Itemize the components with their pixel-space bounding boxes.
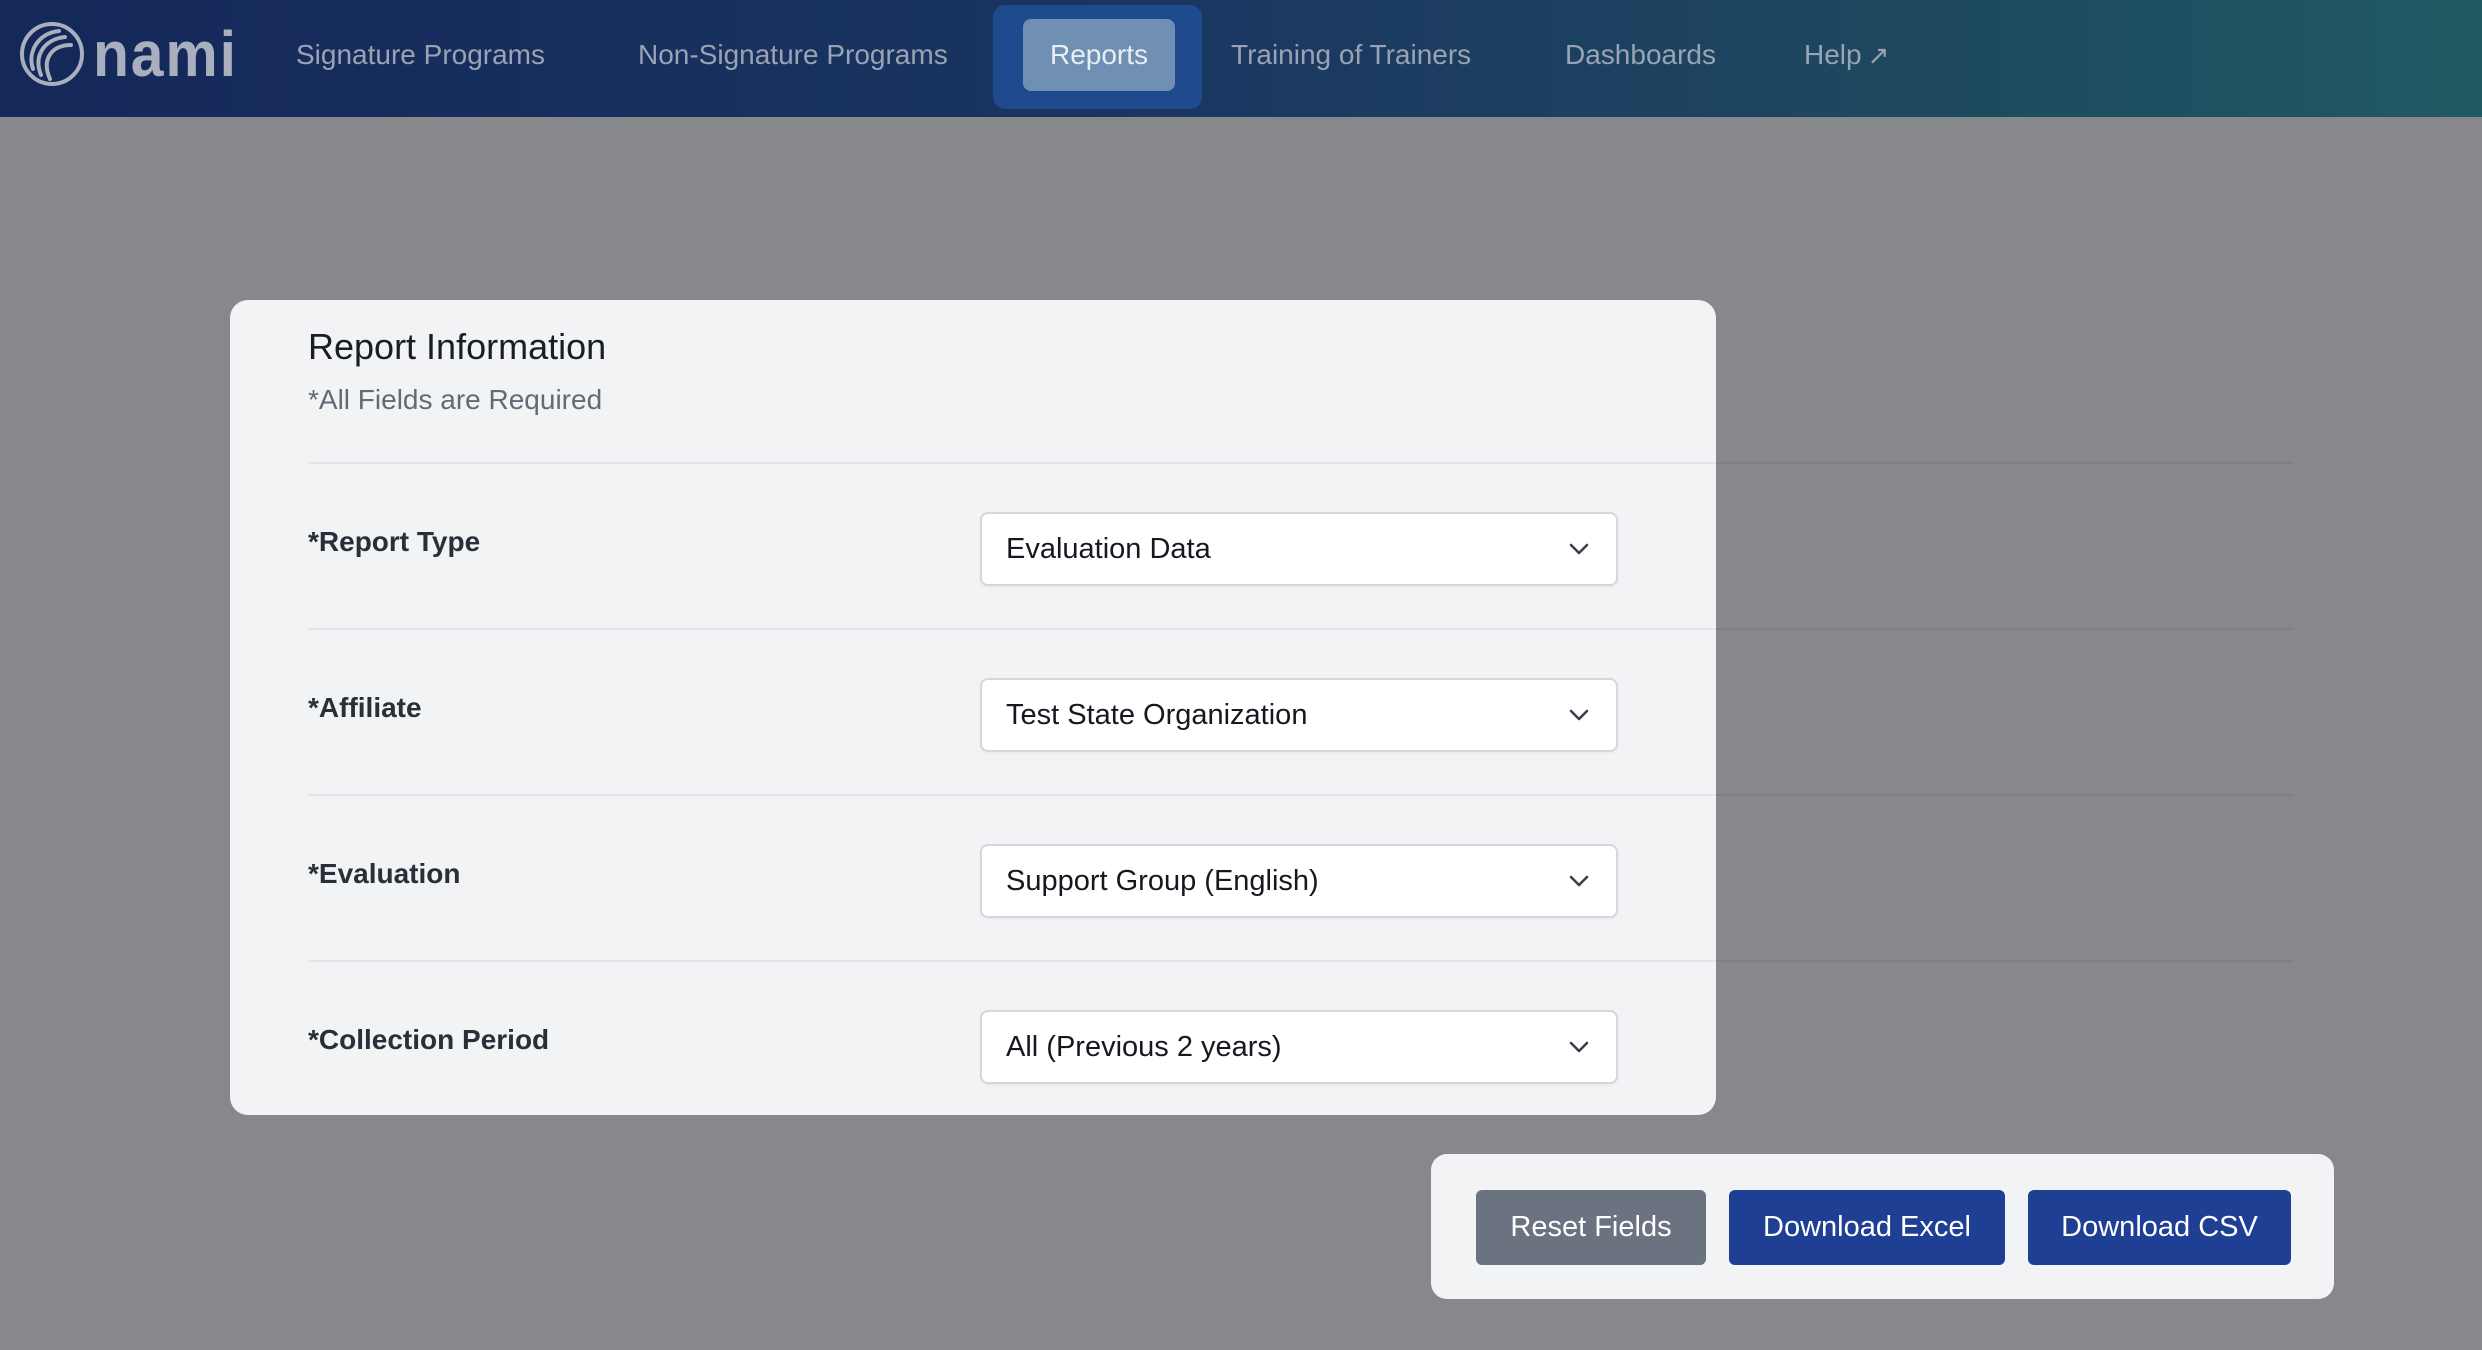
chevron-down-icon	[1569, 709, 1589, 721]
nav-non-signature-programs[interactable]: Non-Signature Programs	[638, 0, 948, 109]
report-type-label: *Report Type	[308, 526, 481, 557]
evaluation-value: Support Group (English)	[1006, 865, 1319, 897]
nav-reports[interactable]: Reports	[1023, 19, 1175, 91]
nav-dashboards[interactable]: Dashboards	[1565, 0, 1716, 109]
card-title: Report Information	[308, 326, 607, 367]
chevron-down-icon	[1569, 543, 1589, 555]
arrow-up-right-icon: ↗	[1867, 40, 1890, 70]
nami-logo[interactable]: nami	[19, 19, 250, 89]
report-type-value: Evaluation Data	[1006, 533, 1211, 565]
download-excel-button[interactable]: Download Excel	[1729, 1190, 2005, 1265]
nav-training-of-trainers[interactable]: Training of Trainers	[1231, 0, 1471, 109]
collection-period-select[interactable]: All (Previous 2 years)	[980, 1010, 1618, 1084]
section-divider	[308, 960, 1716, 962]
required-fields-note: *All Fields are Required	[308, 384, 603, 415]
nav-reports-active-tab: Reports	[993, 5, 1202, 109]
nami-swirl-icon	[20, 22, 84, 86]
report-type-select[interactable]: Evaluation Data	[980, 512, 1618, 586]
collection-period-value: All (Previous 2 years)	[1006, 1031, 1282, 1063]
evaluation-select[interactable]: Support Group (English)	[980, 844, 1618, 918]
nav-help-label: Help	[1804, 39, 1862, 70]
affiliate-value: Test State Organization	[1006, 699, 1308, 731]
top-nav: nami Signature Programs Non-Signature Pr…	[0, 0, 2482, 117]
affiliate-label: *Affiliate	[308, 692, 422, 723]
section-divider	[308, 462, 1716, 464]
section-divider	[308, 794, 1716, 796]
affiliate-select[interactable]: Test State Organization	[980, 678, 1618, 752]
report-actions-bar: Reset Fields Download Excel Download CSV	[1431, 1154, 2334, 1299]
nav-help[interactable]: Help ↗	[1804, 0, 1889, 109]
chevron-down-icon	[1569, 875, 1589, 887]
chevron-down-icon	[1569, 1041, 1589, 1053]
evaluation-label: *Evaluation	[308, 858, 461, 889]
download-csv-button[interactable]: Download CSV	[2028, 1190, 2291, 1265]
logo-wordmark: nami	[93, 18, 238, 90]
report-information-card: Report Information *All Fields are Requi…	[230, 300, 1716, 1115]
nav-signature-programs[interactable]: Signature Programs	[296, 0, 545, 109]
section-divider	[308, 628, 1716, 630]
collection-period-label: *Collection Period	[308, 1024, 550, 1055]
reset-fields-button[interactable]: Reset Fields	[1476, 1190, 1706, 1265]
